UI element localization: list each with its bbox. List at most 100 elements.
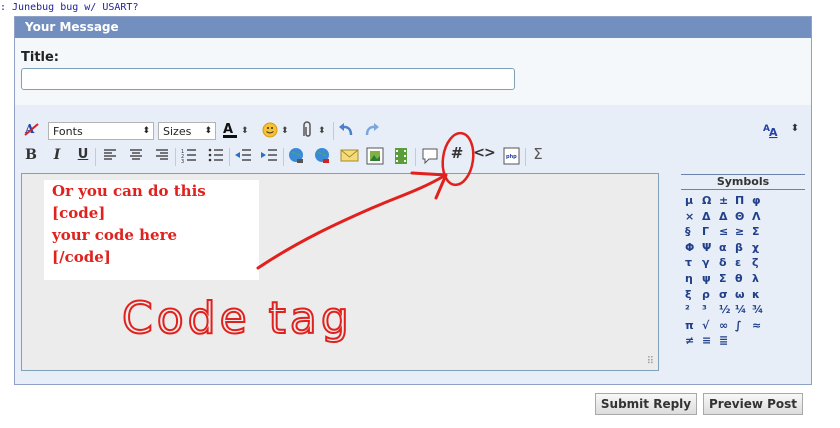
svg-text:A: A [223, 122, 233, 137]
title-input[interactable] [21, 68, 515, 90]
symbol-item[interactable]: ¾ [752, 302, 763, 317]
symbol-item[interactable]: π [685, 318, 694, 333]
symbol-item[interactable]: Σ [752, 224, 760, 239]
symbol-item[interactable]: ξ [685, 287, 692, 302]
symbol-item[interactable]: ± [719, 193, 728, 208]
text-color-icon[interactable]: A ⬍ [221, 121, 251, 144]
breadcrumb[interactable]: : Junebug bug w/ USART? [0, 2, 138, 13]
symbol-item[interactable]: ≣ [719, 333, 728, 348]
symbol-item[interactable]: Λ [752, 209, 761, 224]
symbol-item[interactable]: θ [735, 271, 743, 286]
message-line: [code] [52, 204, 106, 222]
symbol-item[interactable]: δ [719, 255, 727, 270]
symbol-item[interactable]: τ [685, 255, 692, 270]
numbered-list-icon[interactable]: 123 [180, 147, 198, 168]
font-select[interactable]: Fonts ⬍ [48, 122, 154, 140]
symbols-row: ΦΨαβχ [681, 240, 805, 256]
insert-link-icon[interactable] [288, 147, 306, 170]
message-line: [/code] [52, 248, 111, 266]
php-tag-icon[interactable]: php [503, 147, 521, 170]
symbol-item[interactable]: ω [735, 287, 745, 302]
insert-image-icon[interactable] [366, 147, 384, 170]
align-center-icon[interactable] [127, 147, 145, 168]
resize-grip-icon[interactable]: ⠿ [647, 356, 654, 367]
symbol-item[interactable]: σ [719, 287, 728, 302]
size-select[interactable]: Sizes ⬍ [158, 122, 216, 140]
symbol-item[interactable]: Γ [702, 224, 709, 239]
html-tag-button[interactable]: <> [473, 145, 495, 161]
underline-button[interactable]: U [75, 147, 91, 163]
symbol-item[interactable]: § [685, 224, 691, 239]
symbol-item[interactable]: ζ [752, 255, 759, 270]
symbol-item[interactable]: ³ [702, 302, 707, 317]
symbol-item[interactable]: √ [702, 318, 709, 333]
align-right-icon[interactable] [153, 147, 171, 168]
symbol-item[interactable]: η [685, 271, 693, 286]
submit-reply-button[interactable]: Submit Reply [595, 393, 697, 415]
remove-link-icon[interactable] [314, 147, 332, 170]
symbol-item[interactable]: ε [735, 255, 741, 270]
insert-video-icon[interactable] [392, 147, 410, 170]
code-tag-button[interactable]: # [448, 145, 466, 161]
symbols-row: ≠ ≡ ≣ [681, 333, 805, 349]
symbol-item[interactable]: Π [735, 193, 744, 208]
symbol-item[interactable]: ∫ [735, 318, 742, 333]
symbols-row: ²³½¼¾ [681, 302, 805, 318]
indent-icon[interactable] [260, 147, 278, 168]
sigma-button[interactable]: Σ [529, 146, 547, 162]
chevron-updown-icon: ⬍ [204, 126, 212, 136]
symbol-item[interactable]: ¼ [735, 302, 746, 317]
smiley-icon[interactable]: ⬍ [262, 121, 292, 144]
symbol-item[interactable]: ψ [702, 271, 711, 286]
symbol-item[interactable]: α [719, 240, 727, 255]
symbol-item[interactable]: Δ [702, 209, 711, 224]
chevron-updown-icon: ⬍ [142, 126, 150, 136]
symbol-item[interactable]: ∞ [719, 318, 728, 333]
remove-format-icon[interactable]: A [23, 121, 41, 142]
symbol-item[interactable]: ≠ [685, 333, 694, 348]
symbol-item[interactable]: χ [752, 240, 759, 255]
outdent-icon[interactable] [234, 147, 252, 168]
toolbar-divider [95, 148, 96, 166]
symbol-item[interactable]: ≤ [719, 224, 728, 239]
symbol-item[interactable]: β [735, 240, 743, 255]
email-icon[interactable] [340, 147, 360, 168]
symbol-item[interactable]: ² [685, 302, 690, 317]
align-left-icon[interactable] [101, 147, 119, 168]
symbol-item[interactable]: × [685, 209, 694, 224]
svg-text:⬍: ⬍ [318, 126, 326, 136]
attachment-icon[interactable]: ⬍ [299, 121, 329, 144]
symbol-item[interactable]: μ [685, 193, 693, 208]
symbol-item[interactable]: Δ [719, 209, 728, 224]
symbol-item[interactable]: φ [752, 193, 761, 208]
symbol-item[interactable]: Θ [735, 209, 744, 224]
symbol-item[interactable]: ≡ [702, 333, 711, 348]
symbol-item[interactable]: γ [702, 255, 710, 270]
swap-direction-icon[interactable]: AA [761, 121, 783, 144]
bold-button[interactable]: B [23, 147, 39, 163]
undo-icon[interactable] [337, 121, 355, 144]
symbol-item[interactable]: Ω [702, 193, 711, 208]
symbol-item[interactable]: Ψ [702, 240, 711, 255]
quote-icon[interactable] [421, 147, 439, 170]
toolbar-divider [333, 122, 334, 140]
php-label: php [506, 154, 517, 160]
toolbar-divider [175, 148, 176, 166]
italic-button[interactable]: I [49, 147, 65, 163]
symbol-item[interactable]: ≈ [752, 318, 761, 333]
message-textarea[interactable]: Or you can do this [code] your code here… [21, 173, 659, 371]
redo-icon[interactable] [363, 121, 381, 144]
symbol-item[interactable]: ½ [719, 302, 730, 317]
svg-text:A: A [769, 126, 778, 139]
symbol-item[interactable]: Σ [719, 271, 727, 286]
symbols-title: Symbols [681, 174, 805, 190]
symbol-item[interactable]: κ [752, 287, 760, 302]
symbol-item[interactable]: λ [752, 271, 759, 286]
symbol-item[interactable]: ρ [702, 287, 710, 302]
symbol-item[interactable]: Φ [685, 240, 694, 255]
resize-toggle-icon[interactable]: ⬍ [789, 121, 801, 137]
symbol-item[interactable]: ≥ [735, 224, 744, 239]
symbols-row: τγδεζ [681, 255, 805, 271]
bullet-list-icon[interactable] [207, 147, 225, 168]
preview-post-button[interactable]: Preview Post [703, 393, 803, 415]
